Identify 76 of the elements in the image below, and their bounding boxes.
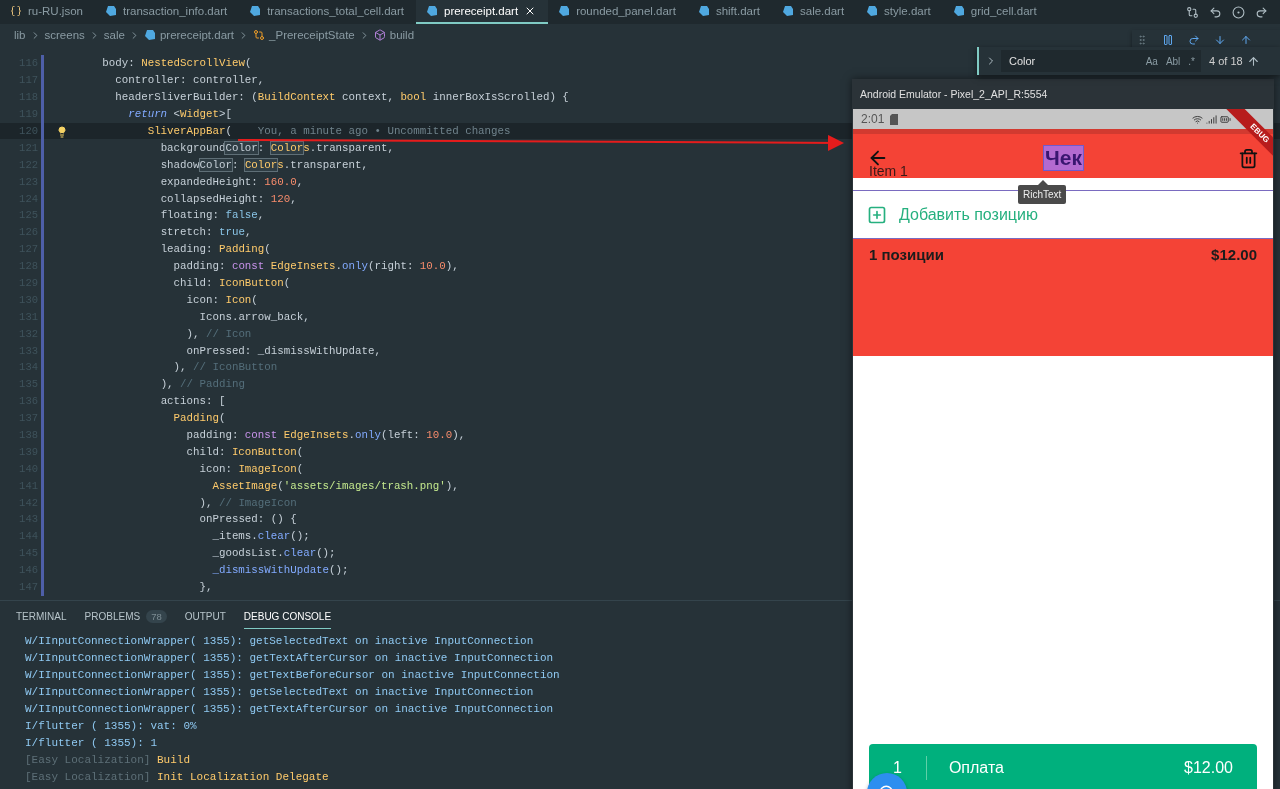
total-amount: $12.00 [1211, 246, 1257, 263]
code-text: controller: controller, [115, 74, 265, 87]
tooltip: RichText [1018, 180, 1067, 204]
code-text: Padding( [173, 412, 226, 425]
file-tab[interactable]: sale.dart [772, 0, 857, 24]
console-line: W/IInputConnectionWrapper( 1355): getTextAfterCursor on inactive InputConnection [25, 651, 554, 667]
panel-tab[interactable]: PROBLEMS 78 [84, 605, 167, 629]
breadcrumb-item[interactable]: lib [14, 29, 26, 41]
code-text: ), // ImageIcon [199, 496, 297, 509]
breadcrumb-item[interactable]: _PrereceiptState [269, 29, 355, 41]
code-text: ), // IconButton [173, 361, 278, 374]
code-text: padding: const EdgeInsets.only(left: 10.0), [186, 429, 466, 442]
code-text: collapsedHeight: 120, [160, 192, 297, 205]
code-text: stretch: true, [160, 226, 252, 239]
code-text: headerSliverBuilder: (BuildContext context, bool innerBoxIsScrolled) { [115, 91, 569, 104]
match-count: 4 of 18 [1209, 55, 1243, 67]
status-time: 2:01 [861, 112, 885, 126]
code-text: expandedHeight: 160.0, [160, 175, 304, 188]
item-label: Item 1 [869, 163, 908, 179]
code-text: ), // Padding [160, 378, 245, 391]
code-text: icon: Icon( [186, 293, 258, 306]
code-text: Icons.arrow_back, [199, 310, 310, 323]
find-option[interactable]: .* [1188, 55, 1195, 67]
file-tab[interactable]: grid_cell.dart [942, 0, 1049, 24]
breadcrumb-item[interactable]: screens [44, 29, 85, 41]
file-tab[interactable]: style.dart [856, 0, 943, 24]
count-badge: 78 [146, 610, 167, 623]
code-text: _items.clear(); [212, 530, 310, 543]
file-tab[interactable]: transaction_info.dart [94, 0, 240, 24]
file-tab[interactable]: prereceipt.dart [416, 0, 549, 24]
code-text: backgroundColor: Colors.transparent, [160, 141, 394, 154]
find-option[interactable]: Abl [1165, 55, 1181, 67]
panel-tab[interactable]: OUTPUT [184, 605, 226, 629]
file-tab[interactable]: rounded_panel.dart [548, 0, 688, 24]
window-title: Android Emulator - Pixel_2_API_R:5554 [859, 87, 1049, 102]
code-text: AssetImage('assets/images/trash.png'), [212, 479, 459, 492]
code-text: child: IconButton( [173, 277, 291, 289]
code-text: SliverAppBar( [147, 125, 232, 137]
console-line: [Easy Localization] Init Localization Delegate [25, 769, 329, 785]
blame-annotation: You, a minute ago • Uncommitted changes [257, 125, 511, 137]
panel-tab[interactable]: TERMINAL [16, 605, 67, 629]
code-text: leading: Padding( [160, 243, 271, 256]
code-text: padding: const EdgeInsets.only(right: 10.0), [173, 260, 459, 273]
item-count: 1 позиции [869, 246, 944, 263]
console-line: W/IInputConnectionWrapper( 1355): getSelectedText on inactive InputConnection [25, 685, 534, 701]
console-line: W/IInputConnectionWrapper( 1355): getTextBeforeCursor on inactive InputConnection [25, 668, 560, 684]
find-option[interactable]: Aa [1145, 55, 1158, 67]
app-title: Чек [1044, 146, 1083, 170]
file-tab[interactable]: transactions_total_cell.dart [239, 0, 416, 24]
code-text: _goodsList.clear(); [212, 547, 336, 560]
code-text: }, [199, 581, 213, 594]
code-text: onPressed: _dismissWithUpdate, [186, 344, 381, 357]
pay-button[interactable]: 1 Оплата $12.00 [869, 744, 1257, 789]
code-text: onPressed: () { [199, 513, 297, 526]
console-line: W/IInputConnectionWrapper( 1355): getSelectedText on inactive InputConnection [25, 634, 534, 650]
find-field[interactable]: Color Aa Abl .* [1001, 50, 1201, 72]
console-line: [Easy Localization] Build [25, 752, 191, 768]
code-text: icon: ImageIcon( [199, 462, 304, 475]
console-line: I/flutter ( 1355): 1 [25, 735, 158, 751]
code-text: shadowColor: Colors.transparent, [160, 158, 368, 171]
console-line: I/flutter ( 1355): vat: 0% [25, 718, 197, 734]
file-tab[interactable]: shift.dart [687, 0, 772, 24]
code-text: ), // Icon [186, 327, 252, 340]
breadcrumb-item[interactable]: sale [103, 29, 125, 41]
code-text: body: NestedScrollView( [102, 57, 252, 70]
breadcrumb-item[interactable]: prereceipt.dart [159, 29, 235, 41]
breadcrumb-item[interactable]: build [389, 29, 415, 41]
code-text: _dismissWithUpdate(); [212, 564, 349, 577]
code-text: actions: [ [160, 395, 226, 408]
code-text: child: IconButton( [186, 445, 304, 458]
code-text: floating: false, [160, 209, 265, 222]
panel-tab[interactable]: DEBUG CONSOLE [243, 605, 332, 629]
console-line: W/IInputConnectionWrapper( 1355): getTextAfterCursor on inactive InputConnection [25, 702, 554, 717]
file-tab[interactable]: ru-RU.json [0, 0, 95, 24]
code-text: return <Widget>[ [128, 108, 232, 121]
add-item-link[interactable]: Добавить позицию [899, 205, 1038, 224]
